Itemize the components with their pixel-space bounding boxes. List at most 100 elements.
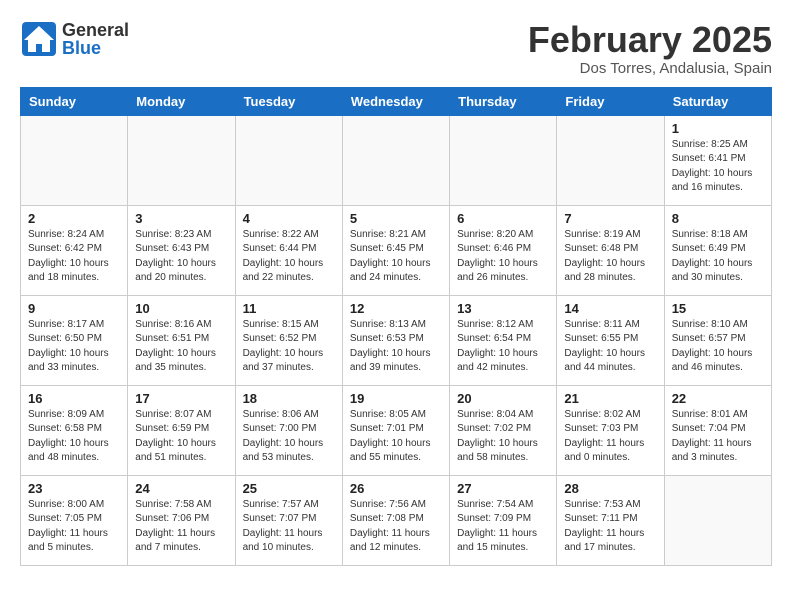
day-info: Sunrise: 8:01 AM Sunset: 7:04 PM Dayligh… xyxy=(672,408,764,466)
calendar-day: 28 Sunrise: 7:53 AM Sunset: 7:11 PM Dayli… xyxy=(557,475,664,565)
day-info: Sunrise: 8:04 AM Sunset: 7:02 PM Dayligh… xyxy=(457,408,549,466)
day-number: 19 xyxy=(350,391,442,406)
day-number: 28 xyxy=(564,481,656,496)
day-number: 2 xyxy=(28,211,120,226)
day-info: Sunrise: 8:02 AM Sunset: 7:03 PM Dayligh… xyxy=(564,408,656,466)
calendar-day: 22 Sunrise: 8:01 AM Sunset: 7:04 PM Dayli… xyxy=(664,385,771,475)
day-number: 15 xyxy=(672,301,764,316)
day-info: Sunrise: 8:18 AM Sunset: 6:49 PM Dayligh… xyxy=(672,228,764,286)
day-number: 3 xyxy=(135,211,227,226)
calendar-day xyxy=(128,115,235,205)
calendar-day xyxy=(557,115,664,205)
day-info: Sunrise: 8:15 AM Sunset: 6:52 PM Dayligh… xyxy=(243,318,335,376)
column-header-saturday: Saturday xyxy=(664,87,771,115)
day-info: Sunrise: 7:54 AM Sunset: 7:09 PM Dayligh… xyxy=(457,498,549,556)
day-number: 22 xyxy=(672,391,764,406)
calendar-day xyxy=(450,115,557,205)
day-info: Sunrise: 8:07 AM Sunset: 6:59 PM Dayligh… xyxy=(135,408,227,466)
day-info: Sunrise: 7:57 AM Sunset: 7:07 PM Dayligh… xyxy=(243,498,335,556)
calendar-day: 3 Sunrise: 8:23 AM Sunset: 6:43 PM Daylig… xyxy=(128,205,235,295)
day-info: Sunrise: 8:19 AM Sunset: 6:48 PM Dayligh… xyxy=(564,228,656,286)
calendar-table: SundayMondayTuesdayWednesdayThursdayFrid… xyxy=(20,87,772,566)
calendar-day: 17 Sunrise: 8:07 AM Sunset: 6:59 PM Dayli… xyxy=(128,385,235,475)
calendar-day: 23Sunrise: 8:00 AM Sunset: 7:05 PM Dayli… xyxy=(21,475,128,565)
calendar-day: 11 Sunrise: 8:15 AM Sunset: 6:52 PM Dayli… xyxy=(235,295,342,385)
calendar-day: 27 Sunrise: 7:54 AM Sunset: 7:09 PM Dayli… xyxy=(450,475,557,565)
day-info: Sunrise: 8:23 AM Sunset: 6:43 PM Dayligh… xyxy=(135,228,227,286)
day-info: Sunrise: 8:17 AM Sunset: 6:50 PM Dayligh… xyxy=(28,318,120,376)
day-info: Sunrise: 8:11 AM Sunset: 6:55 PM Dayligh… xyxy=(564,318,656,376)
column-header-wednesday: Wednesday xyxy=(342,87,449,115)
calendar-week-5: 23Sunrise: 8:00 AM Sunset: 7:05 PM Dayli… xyxy=(21,475,772,565)
day-info: Sunrise: 8:05 AM Sunset: 7:01 PM Dayligh… xyxy=(350,408,442,466)
day-info: Sunrise: 8:13 AM Sunset: 6:53 PM Dayligh… xyxy=(350,318,442,376)
calendar-day: 5 Sunrise: 8:21 AM Sunset: 6:45 PM Daylig… xyxy=(342,205,449,295)
day-number: 24 xyxy=(135,481,227,496)
calendar-day: 13Sunrise: 8:12 AM Sunset: 6:54 PM Dayli… xyxy=(450,295,557,385)
calendar-day: 21 Sunrise: 8:02 AM Sunset: 7:03 PM Dayli… xyxy=(557,385,664,475)
calendar-day: 10 Sunrise: 8:16 AM Sunset: 6:51 PM Dayli… xyxy=(128,295,235,385)
day-number: 5 xyxy=(350,211,442,226)
day-info: Sunrise: 8:25 AM Sunset: 6:41 PM Dayligh… xyxy=(672,138,764,196)
column-header-thursday: Thursday xyxy=(450,87,557,115)
calendar-day: 1 Sunrise: 8:25 AM Sunset: 6:41 PM Daylig… xyxy=(664,115,771,205)
calendar-day xyxy=(664,475,771,565)
calendar-week-4: 16Sunrise: 8:09 AM Sunset: 6:58 PM Dayli… xyxy=(21,385,772,475)
calendar-day: 18Sunrise: 8:06 AM Sunset: 7:00 PM Dayli… xyxy=(235,385,342,475)
day-info: Sunrise: 7:53 AM Sunset: 7:11 PM Dayligh… xyxy=(564,498,656,556)
logo-text: General Blue xyxy=(62,21,129,57)
calendar-day xyxy=(21,115,128,205)
location-text: Dos Torres, Andalusia, Spain xyxy=(528,60,772,77)
day-info: Sunrise: 8:10 AM Sunset: 6:57 PM Dayligh… xyxy=(672,318,764,376)
calendar-day xyxy=(342,115,449,205)
day-number: 10 xyxy=(135,301,227,316)
day-info: Sunrise: 8:22 AM Sunset: 6:44 PM Dayligh… xyxy=(243,228,335,286)
logo-blue-text: Blue xyxy=(62,39,129,57)
day-number: 16 xyxy=(28,391,120,406)
logo: General Blue xyxy=(20,20,129,58)
day-number: 21 xyxy=(564,391,656,406)
day-number: 17 xyxy=(135,391,227,406)
day-number: 27 xyxy=(457,481,549,496)
day-info: Sunrise: 7:56 AM Sunset: 7:08 PM Dayligh… xyxy=(350,498,442,556)
day-number: 26 xyxy=(350,481,442,496)
calendar-day: 24 Sunrise: 7:58 AM Sunset: 7:06 PM Dayli… xyxy=(128,475,235,565)
day-info: Sunrise: 8:20 AM Sunset: 6:46 PM Dayligh… xyxy=(457,228,549,286)
logo-general-text: General xyxy=(62,21,129,39)
column-header-tuesday: Tuesday xyxy=(235,87,342,115)
page-header: General Blue February 2025 Dos Torres, A… xyxy=(20,20,772,77)
title-block: February 2025 Dos Torres, Andalusia, Spa… xyxy=(528,20,772,77)
calendar-week-1: 1 Sunrise: 8:25 AM Sunset: 6:41 PM Daylig… xyxy=(21,115,772,205)
calendar-day: 20 Sunrise: 8:04 AM Sunset: 7:02 PM Dayli… xyxy=(450,385,557,475)
calendar-day: 4 Sunrise: 8:22 AM Sunset: 6:44 PM Daylig… xyxy=(235,205,342,295)
day-number: 7 xyxy=(564,211,656,226)
calendar-week-3: 9Sunrise: 8:17 AM Sunset: 6:50 PM Daylig… xyxy=(21,295,772,385)
day-number: 11 xyxy=(243,301,335,316)
day-number: 20 xyxy=(457,391,549,406)
day-number: 4 xyxy=(243,211,335,226)
calendar-day xyxy=(235,115,342,205)
day-number: 25 xyxy=(243,481,335,496)
calendar-day: 6Sunrise: 8:20 AM Sunset: 6:46 PM Daylig… xyxy=(450,205,557,295)
column-header-monday: Monday xyxy=(128,87,235,115)
calendar-day: 15 Sunrise: 8:10 AM Sunset: 6:57 PM Dayli… xyxy=(664,295,771,385)
day-info: Sunrise: 8:06 AM Sunset: 7:00 PM Dayligh… xyxy=(243,408,335,466)
calendar-day: 16Sunrise: 8:09 AM Sunset: 6:58 PM Dayli… xyxy=(21,385,128,475)
day-info: Sunrise: 8:12 AM Sunset: 6:54 PM Dayligh… xyxy=(457,318,549,376)
day-number: 1 xyxy=(672,121,764,136)
calendar-day: 8Sunrise: 8:18 AM Sunset: 6:49 PM Daylig… xyxy=(664,205,771,295)
calendar-day: 25 Sunrise: 7:57 AM Sunset: 7:07 PM Dayli… xyxy=(235,475,342,565)
day-info: Sunrise: 8:24 AM Sunset: 6:42 PM Dayligh… xyxy=(28,228,120,286)
calendar-day: 12Sunrise: 8:13 AM Sunset: 6:53 PM Dayli… xyxy=(342,295,449,385)
calendar-day: 26 Sunrise: 7:56 AM Sunset: 7:08 PM Dayli… xyxy=(342,475,449,565)
day-info: Sunrise: 8:16 AM Sunset: 6:51 PM Dayligh… xyxy=(135,318,227,376)
calendar-day: 9Sunrise: 8:17 AM Sunset: 6:50 PM Daylig… xyxy=(21,295,128,385)
calendar-day: 2 Sunrise: 8:24 AM Sunset: 6:42 PM Daylig… xyxy=(21,205,128,295)
column-header-friday: Friday xyxy=(557,87,664,115)
day-info: Sunrise: 7:58 AM Sunset: 7:06 PM Dayligh… xyxy=(135,498,227,556)
day-info: Sunrise: 8:21 AM Sunset: 6:45 PM Dayligh… xyxy=(350,228,442,286)
calendar-header-row: SundayMondayTuesdayWednesdayThursdayFrid… xyxy=(21,87,772,115)
month-title: February 2025 xyxy=(528,20,772,60)
calendar-day: 14 Sunrise: 8:11 AM Sunset: 6:55 PM Dayli… xyxy=(557,295,664,385)
day-number: 14 xyxy=(564,301,656,316)
